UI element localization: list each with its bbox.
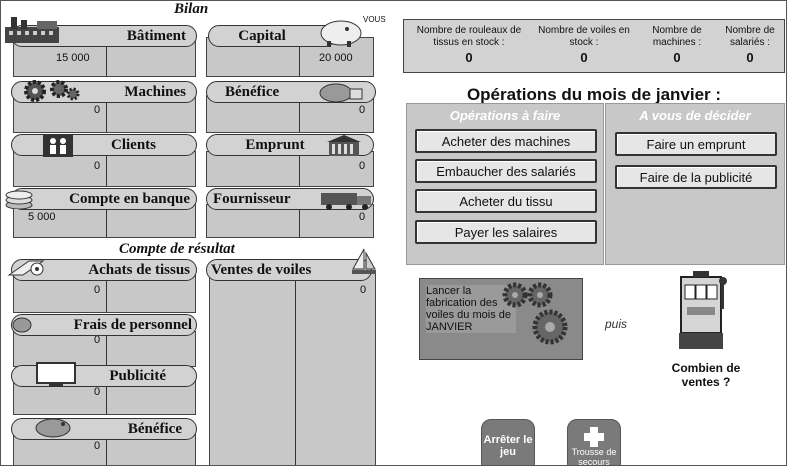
truck-icon (321, 193, 371, 210)
benefice-value: 0 (359, 104, 366, 116)
compte-resultat-title: Compte de résultat (119, 241, 235, 257)
stock-panel: Nombre de rouleaux de tissus en stock : … (403, 19, 785, 73)
machines-value: 0 (94, 104, 101, 116)
operations-title: Opérations du mois de janvier : (466, 85, 722, 104)
ventes-voiles-value: 0 (360, 284, 367, 296)
gears-icon (502, 282, 568, 345)
operations-a-faire-title: Opérations à faire (449, 108, 561, 123)
embaucher-button[interactable]: Embaucher des salariés (415, 159, 597, 183)
stock-salaries: Nombre de salariés : 0 (725, 25, 775, 65)
operations-a-decider-title: A vous de décider (639, 108, 751, 123)
puis-label: puis (605, 317, 628, 331)
bank-building-icon (327, 135, 361, 156)
clients-value: 0 (94, 160, 101, 172)
resultat-benefice-value: 0 (94, 440, 101, 452)
fournisseur-value: 0 (359, 211, 366, 223)
arreter-jeu-button[interactable]: Arrêter le jeu (481, 419, 535, 465)
fabric-roll-icon (7, 260, 45, 276)
coins-icon (5, 190, 33, 209)
piggy-bank-icon (320, 20, 362, 47)
compte-banque-value: 5 000 (28, 211, 56, 223)
sailboat-icon (352, 248, 376, 274)
compte-banque-label: Compte en banque (11, 188, 197, 210)
piggy-bank-icon (319, 83, 363, 103)
stock-machines: Nombre de machines : 0 (652, 25, 702, 65)
publicite-value: 0 (94, 386, 101, 398)
factory-icon (5, 17, 59, 43)
tv-icon (36, 362, 76, 386)
lancer-fabrication-button[interactable]: Lancer la fabrication des voiles du mois… (419, 278, 583, 360)
people-icon (43, 135, 73, 157)
piggy-bank-icon (35, 418, 71, 438)
faire-publicite-button[interactable]: Faire de la publicité (615, 165, 777, 189)
vous-label: VOUS (363, 15, 386, 24)
gears-icon (24, 80, 80, 102)
combien-ventes-label: Combien de ventes ? (671, 361, 741, 389)
capital-value: 20 000 (319, 52, 353, 64)
payer-salaires-button[interactable]: Payer les salaires (415, 220, 597, 244)
stock-voiles: Nombre de voiles en stock : 0 (538, 25, 630, 65)
piggy-bank-icon (12, 317, 32, 333)
ventes-voiles-label: Ventes de voiles (206, 259, 372, 281)
stock-rouleaux: Nombre de rouleaux de tissus en stock : … (416, 25, 522, 65)
first-aid-cross-icon (584, 427, 604, 447)
clients-account: 0 (13, 151, 196, 187)
achats-tissus-value: 0 (94, 284, 101, 296)
trousse-secours-button[interactable]: Trousse de secours (567, 419, 621, 465)
slot-machine-icon[interactable] (677, 269, 729, 355)
batiment-value: 15 000 (56, 52, 90, 64)
faire-emprunt-button[interactable]: Faire un emprunt (615, 132, 777, 156)
acheter-tissu-button[interactable]: Acheter du tissu (415, 189, 597, 213)
emprunt-value: 0 (359, 160, 366, 172)
bilan-title: Bilan (174, 1, 209, 17)
ventes-voiles-account: 0 (209, 271, 376, 465)
clients-label: Clients (11, 134, 197, 156)
acheter-machines-button[interactable]: Acheter des machines (415, 129, 597, 153)
frais-personnel-label: Frais de personnel (11, 314, 197, 336)
